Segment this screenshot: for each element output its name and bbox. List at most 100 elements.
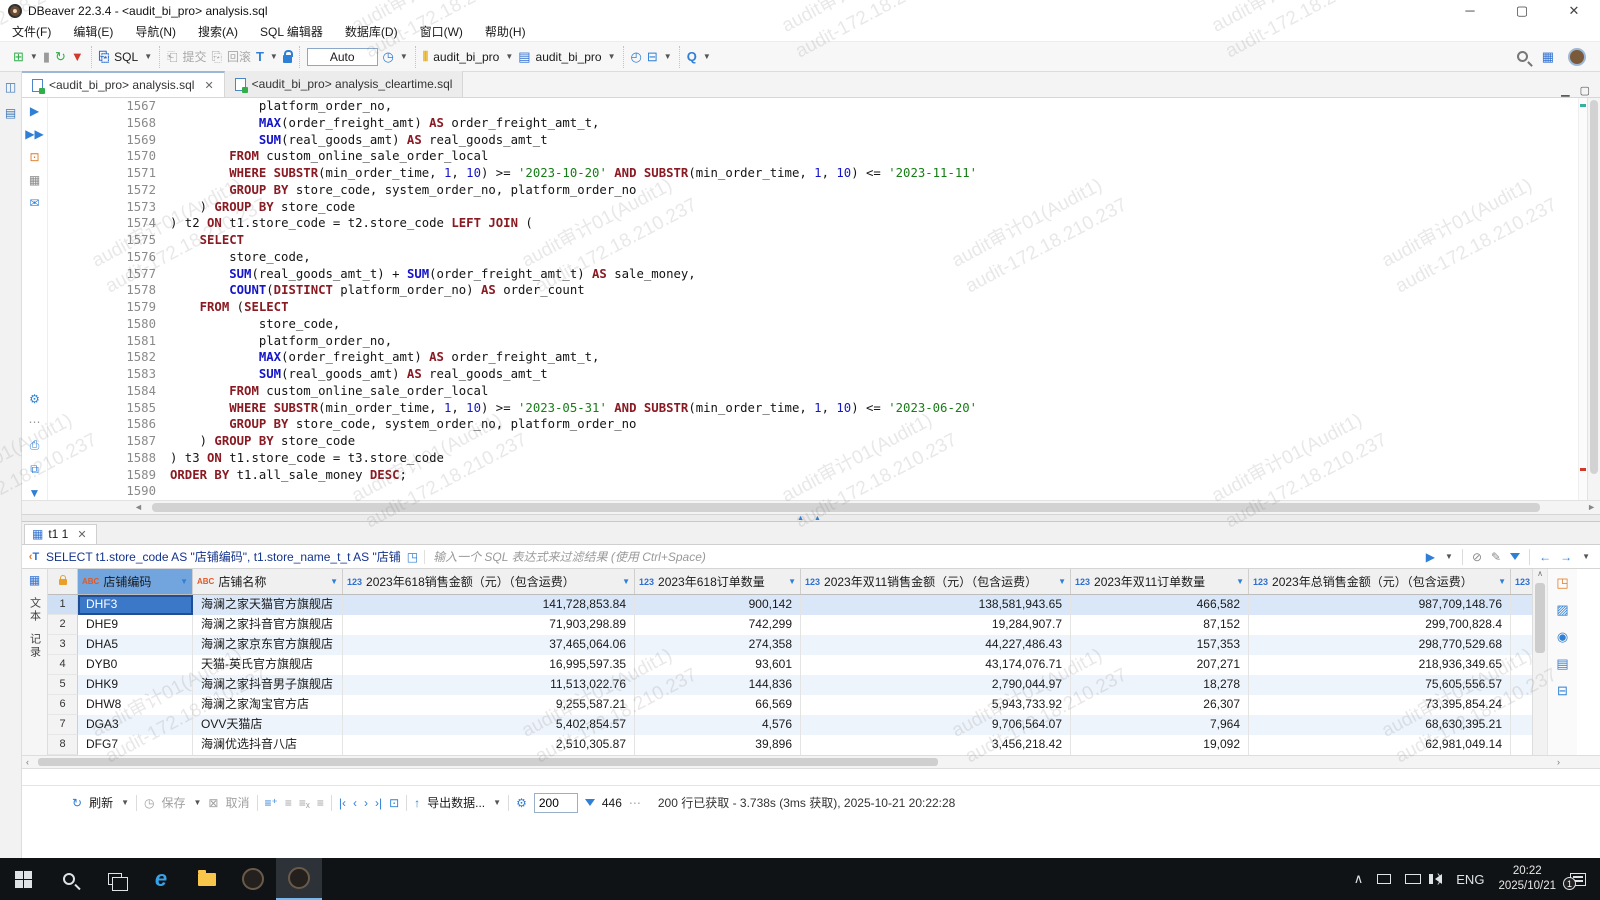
minimize-editor-icon[interactable]: ▁ <box>1561 84 1569 97</box>
row-number[interactable]: 4 <box>48 655 78 675</box>
cell-r5-c4[interactable]: 2,790,044.97 <box>801 675 1071 695</box>
transaction-mode-icon[interactable]: T <box>256 50 264 63</box>
row-number[interactable]: 8 <box>48 735 78 755</box>
fetch-size-input[interactable] <box>534 793 578 813</box>
column-header-5[interactable]: 1232023年双11订单数量▼ <box>1071 569 1249 594</box>
rollback-label[interactable]: 回滚 <box>227 48 251 65</box>
cell-r7-c3[interactable]: 4,576 <box>635 715 801 735</box>
cell-r7-c6[interactable]: 68,630,395.21 <box>1249 715 1511 735</box>
explain-plan-icon[interactable]: ⊡ <box>29 150 39 164</box>
filters-menu-icon[interactable] <box>1510 553 1520 560</box>
execute-statement-icon[interactable]: ▶ <box>30 104 39 118</box>
cell-r4-c4[interactable]: 43,174,076.71 <box>801 655 1071 675</box>
grid-settings-icon[interactable]: ⚙ <box>516 796 527 810</box>
editor-tab-1[interactable]: <audit_bi_pro> analysis_cleartime.sql <box>225 71 464 97</box>
cell-r6-c1[interactable]: 海澜之家淘宝官方店 <box>193 695 343 715</box>
cell-r7-c2[interactable]: 5,402,854.57 <box>343 715 635 735</box>
maximize-button[interactable]: ▢ <box>1496 3 1548 19</box>
cell-r3-c4[interactable]: 44,227,486.43 <box>801 635 1071 655</box>
menu-item-6[interactable]: 窗口(W) <box>420 23 463 40</box>
cell-r2-c6[interactable]: 299,700,828.4 <box>1249 615 1511 635</box>
cell-r5-c7[interactable] <box>1511 675 1532 695</box>
cell-r1-c6[interactable]: 987,709,148.76 <box>1249 595 1511 615</box>
cell-r1-c1[interactable]: 海澜之家天猫官方旗舰店 <box>193 595 343 615</box>
editor-settings-icon[interactable]: ⚙ <box>29 392 40 406</box>
cell-r8-c6[interactable]: 62,981,049.14 <box>1249 735 1511 755</box>
sql-editor-icon[interactable]: ⎘ <box>99 50 109 63</box>
text-view-tab[interactable]: 文本 <box>27 597 43 623</box>
menu-item-7[interactable]: 帮助(H) <box>485 23 526 40</box>
menu-item-1[interactable]: 编辑(E) <box>73 23 113 40</box>
app-icon-dbeaver[interactable] <box>276 858 322 900</box>
last-page-icon[interactable]: ›| <box>375 796 382 810</box>
grid-view-icon[interactable]: ▦ <box>29 573 40 587</box>
execute-script-icon[interactable]: ▶▶ <box>25 127 43 141</box>
cell-r7-c1[interactable]: OVV天猫店 <box>193 715 343 735</box>
cell-r1-c7[interactable] <box>1511 595 1532 615</box>
cell-r4-c5[interactable]: 207,271 <box>1071 655 1249 675</box>
cell-r3-c1[interactable]: 海澜之家京东官方旗舰店 <box>193 635 343 655</box>
cell-r8-c3[interactable]: 39,896 <box>635 735 801 755</box>
result-tab-close-icon[interactable]: ✕ <box>77 528 86 541</box>
save-file-icon[interactable]: ▼ <box>29 486 41 500</box>
duplicate-row-icon[interactable]: ≡ <box>285 796 292 810</box>
editor-horizontal-scrollbar[interactable]: ◄► <box>22 500 1600 514</box>
txn-mode-select[interactable]: Auto <box>307 48 378 66</box>
edit-row-icon[interactable]: ≡ <box>317 796 324 810</box>
cell-r5-c1[interactable]: 海澜之家抖音男子旗舰店 <box>193 675 343 695</box>
cell-r4-c1[interactable]: 天猫-英氏官方旗舰店 <box>193 655 343 675</box>
cell-r3-c2[interactable]: 37,465,064.06 <box>343 635 635 655</box>
cell-r4-c2[interactable]: 16,995,597.35 <box>343 655 635 675</box>
cell-r5-c2[interactable]: 11,513,022.76 <box>343 675 635 695</box>
cell-r6-c3[interactable]: 66,569 <box>635 695 801 715</box>
browser-icon[interactable]: e <box>138 858 184 900</box>
cell-r1-c3[interactable]: 900,142 <box>635 595 801 615</box>
new-connection-icon[interactable]: ⊞ <box>13 50 24 63</box>
cell-r4-c6[interactable]: 218,936,349.65 <box>1249 655 1511 675</box>
tray-display-icon[interactable] <box>1405 874 1421 884</box>
cell-r8-c5[interactable]: 19,092 <box>1071 735 1249 755</box>
schema-select[interactable]: audit_bi_pro <box>536 50 602 64</box>
column-menu-icon[interactable]: ▼ <box>788 577 796 586</box>
mail-export-icon[interactable]: ✉ <box>29 196 39 210</box>
rollback-icon[interactable]: ⎘ <box>212 50 222 63</box>
first-page-icon[interactable]: |‹ <box>339 796 346 810</box>
expand-query-icon[interactable]: ◳ <box>401 550 425 564</box>
calc-panel-icon[interactable]: ◉ <box>1557 629 1568 645</box>
cell-r8-c1[interactable]: 海澜优选抖音八店 <box>193 735 343 755</box>
tray-device-icon[interactable] <box>1377 874 1391 884</box>
column-header-1[interactable]: ABC店铺名称▼ <box>193 569 343 594</box>
grid-horizontal-scrollbar[interactable]: ‹› <box>22 755 1600 769</box>
maximize-editor-icon[interactable]: ▢ <box>1580 84 1590 97</box>
commit-icon[interactable]: ⎗ <box>167 50 177 63</box>
cell-r7-c7[interactable] <box>1511 715 1532 735</box>
column-menu-icon[interactable]: ▼ <box>1236 577 1244 586</box>
column-header-2[interactable]: 1232023年618销售金额（元）（包含运费）▼ <box>343 569 635 594</box>
tab-close-icon[interactable]: ✕ <box>204 79 213 92</box>
search-icon[interactable] <box>1517 51 1528 62</box>
column-header-0[interactable]: ABC店铺编码▼ <box>78 569 193 594</box>
cell-r2-c7[interactable] <box>1511 615 1532 635</box>
cell-r1-c0[interactable]: DHF3 <box>78 595 193 615</box>
cancel-icon[interactable]: ⊠ <box>208 796 218 810</box>
abort-connection-icon[interactable]: ▼ <box>71 50 84 63</box>
column-header-3[interactable]: 1232023年618订单数量▼ <box>635 569 801 594</box>
references-panel-icon[interactable]: ⊟ <box>1557 683 1568 699</box>
cell-r2-c5[interactable]: 87,152 <box>1071 615 1249 635</box>
cell-r6-c7[interactable] <box>1511 695 1532 715</box>
row-number[interactable]: 6 <box>48 695 78 715</box>
prev-page-icon[interactable]: ‹ <box>353 796 357 810</box>
lock-icon[interactable] <box>283 55 292 63</box>
menu-item-0[interactable]: 文件(F) <box>12 23 51 40</box>
refresh-icon[interactable]: ↻ <box>72 796 82 810</box>
cell-r2-c0[interactable]: DHE9 <box>78 615 193 635</box>
reconnect-icon[interactable]: ↻ <box>55 50 66 63</box>
column-header-6[interactable]: 1232023年总销售金额（元）（包含运费）▼ <box>1249 569 1511 594</box>
cancel-label[interactable]: 取消 <box>225 794 249 811</box>
cell-r3-c3[interactable]: 274,358 <box>635 635 801 655</box>
menu-item-5[interactable]: 数据库(D) <box>345 23 398 40</box>
dbeaver-perspective-icon[interactable] <box>1568 48 1586 66</box>
cell-r2-c4[interactable]: 19,284,907.7 <box>801 615 1071 635</box>
disconnect-icon[interactable]: ▮ <box>43 50 50 63</box>
start-button[interactable] <box>0 858 46 900</box>
